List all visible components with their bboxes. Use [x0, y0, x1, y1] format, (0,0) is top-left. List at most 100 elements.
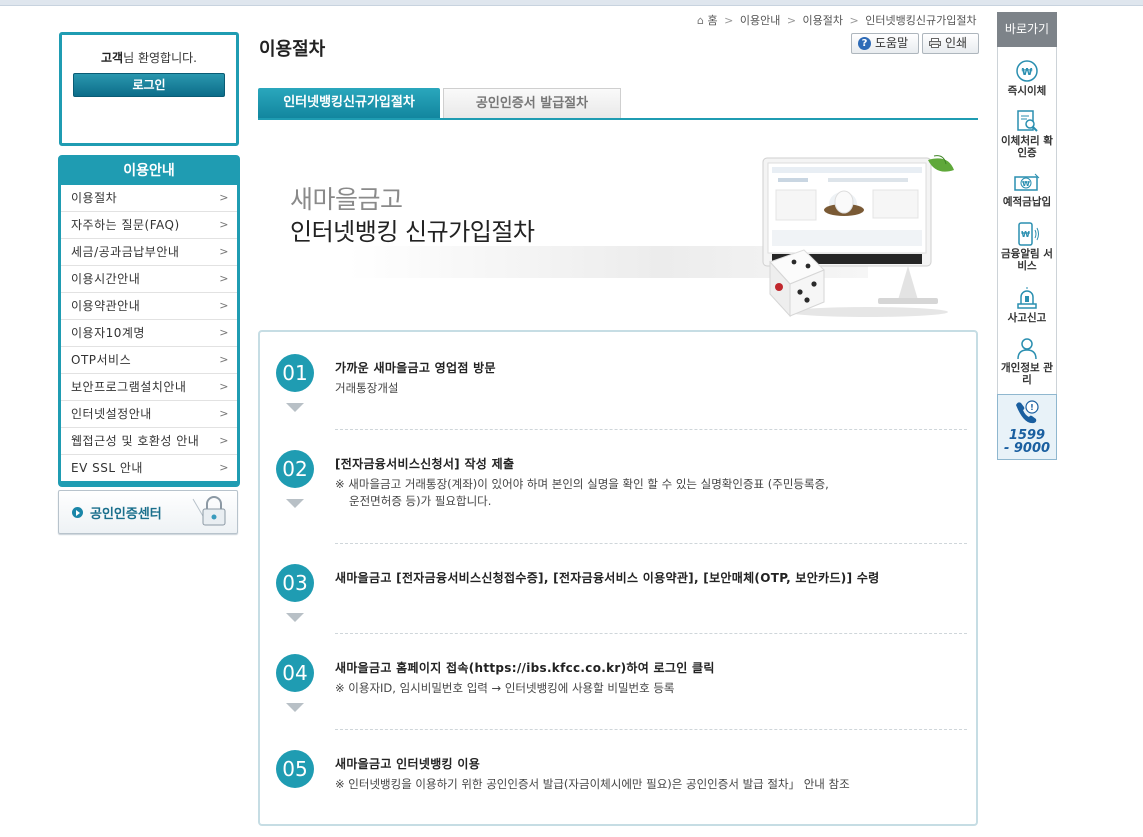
step-description: 거래통장개설 [335, 381, 399, 395]
quick-item-privacy-management[interactable]: 개인정보 관리 [998, 336, 1056, 386]
step-number: 03 [276, 564, 314, 602]
breadcrumb-item[interactable]: 이용절차 [803, 14, 843, 27]
sidebar-item-user-rules[interactable]: 이용자10계명 > [61, 320, 237, 347]
chevron-down-icon [286, 703, 304, 712]
step-description: ※ 새마을금고 거래통장(계좌)이 있어야 하며 본인의 실명을 확인 할 수 … [335, 476, 935, 510]
welcome-message: 고객님 환영합니다. [62, 49, 236, 66]
tab-underline [258, 118, 978, 120]
quick-menu: 바로가기 ₩ 즉시이체 이체처리 확인증 ₩ 예적금납입 ₩ 금융알림 서비스 … [997, 12, 1057, 460]
chevron-down-icon [286, 613, 304, 622]
quick-item-instant-transfer[interactable]: ₩ 즉시이체 [998, 59, 1056, 97]
chevron-right-icon: > [219, 299, 229, 312]
breadcrumb-item[interactable]: 이용안내 [740, 14, 780, 27]
sidebar-item-ev-ssl[interactable]: EV SSL 안내 > [61, 455, 237, 481]
step-divider [335, 729, 967, 730]
chevron-right-icon: > [219, 380, 229, 393]
chevron-right-icon: > [219, 461, 229, 474]
call-center-button[interactable]: ! 1599 - 9000 [997, 394, 1057, 460]
sidebar-item-label: 이용약관안내 [71, 299, 141, 313]
svg-text:₩: ₩ [1022, 180, 1030, 188]
step-description-line: 운전면허증 등)가 필요합니다. [349, 494, 492, 508]
quick-item-financial-alert[interactable]: ₩ 금융알림 서비스 [998, 222, 1056, 272]
step-heading: 가까운 새마을금고 영업점 방문 [335, 361, 496, 375]
sidebar-item-service-hours[interactable]: 이용시간안내 > [61, 266, 237, 293]
step-divider [335, 543, 967, 544]
sidebar-item-label: 이용시간안내 [71, 272, 141, 286]
banner-title: 인터넷뱅킹 신규가입절차 [290, 218, 535, 246]
chevron-right-icon: > [219, 353, 229, 366]
chevron-down-icon [286, 499, 304, 508]
call-center-number: 1599 - 9000 [998, 429, 1056, 455]
step-heading: 새마을금고 [전자금융서비스신청접수증], [전자금융서비스 이용약관], [보… [335, 571, 880, 585]
step-number: 05 [276, 750, 314, 788]
sidebar-item-internet-settings[interactable]: 인터넷설정안내 > [61, 401, 237, 428]
sidebar-item-tax-payment[interactable]: 세금/공과금납부안내 > [61, 239, 237, 266]
breadcrumb-separator: > [786, 14, 797, 27]
chevron-right-icon: > [219, 191, 229, 204]
sidebar-item-usage-procedure[interactable]: 이용절차 > [61, 185, 237, 212]
quick-item-label: 이체처리 확인증 [1001, 135, 1053, 159]
tab-internet-banking-signup[interactable]: 인터넷뱅킹신규가입절차 [258, 88, 440, 118]
sidebar-item-label: 웹접근성 및 호환성 안내 [71, 434, 200, 448]
sidebar-item-terms[interactable]: 이용약관안내 > [61, 293, 237, 320]
sidebar-menu: 이용안내 이용절차 > 자주하는 질문(FAQ) > 세금/공과금납부안내 > 이용시… [58, 155, 240, 487]
siren-icon [1017, 287, 1037, 309]
lock-icon [192, 496, 226, 526]
steps-panel: 01 가까운 새마을금고 영업점 방문 거래통장개설 02 [전자금융서비스신청… [258, 330, 978, 826]
printer-icon [929, 38, 941, 48]
quick-item-deposit-payment[interactable]: ₩ 예적금납입 [998, 172, 1056, 208]
quick-item-transfer-confirm[interactable]: 이체처리 확인증 [998, 109, 1056, 159]
document-search-icon [1017, 110, 1038, 132]
banner-subtitle: 새마을금고 [290, 185, 403, 214]
top-border [0, 0, 1143, 6]
sidebar-item-otp[interactable]: OTP서비스 > [61, 347, 237, 374]
sidebar-item-security-program[interactable]: 보안프로그램설치안내 > [61, 374, 237, 401]
step-divider [335, 633, 967, 634]
svg-text:₩: ₩ [1021, 67, 1032, 78]
breadcrumb-home[interactable]: 홈 [707, 14, 717, 27]
sidebar-item-label: 이용절차 [71, 191, 118, 205]
phone-alert-icon: ₩ [1018, 222, 1039, 246]
quick-item-label: 개인정보 관리 [1001, 362, 1053, 386]
chevron-right-icon: > [219, 245, 229, 258]
svg-text:₩: ₩ [1021, 230, 1030, 239]
quick-item-label: 즉시이체 [1007, 85, 1047, 97]
step-heading: 새마을금고 홈페이지 접속(https://ibs.kfcc.co.kr)하여 … [335, 661, 715, 675]
help-button[interactable]: ? 도움말 [851, 33, 919, 54]
sidebar-title: 이용안내 [123, 163, 175, 179]
chevron-right-icon: > [219, 326, 229, 339]
step-description: ※ 인터넷뱅킹을 이용하기 위한 공인인증서 발급(자금이체시에만 필요)은 공… [335, 777, 850, 791]
tab-certificate-issuance[interactable]: 공인인증서 발급절차 [443, 88, 621, 118]
home-icon[interactable]: ⌂ [697, 14, 704, 27]
chevron-right-icon: > [219, 434, 229, 447]
breadcrumb-separator: > [849, 14, 859, 27]
print-button[interactable]: 인쇄 [922, 33, 979, 54]
help-label: 도움말 [875, 36, 909, 50]
quick-menu-list: ₩ 즉시이체 이체처리 확인증 ₩ 예적금납입 ₩ 금융알림 서비스 사고신고 … [997, 47, 1057, 395]
sidebar-item-label: 인터넷설정안내 [71, 407, 152, 421]
breadcrumb-current: 인터넷뱅킹신규가입절차 [865, 14, 977, 27]
sidebar-item-accessibility[interactable]: 웹접근성 및 호환성 안내 > [61, 428, 237, 455]
page-title: 이용절차 [259, 39, 326, 60]
quick-item-label: 사고신고 [1007, 312, 1047, 324]
certificate-center-button[interactable]: 공인인증센터 [58, 490, 238, 534]
step-heading: [전자금융서비스신청서] 작성 제출 [335, 457, 515, 471]
sidebar-item-label: 세금/공과금납부안내 [71, 245, 180, 259]
step-number: 01 [276, 354, 314, 392]
sidebar-item-faq[interactable]: 자주하는 질문(FAQ) > [61, 212, 237, 239]
quick-item-incident-report[interactable]: 사고신고 [998, 286, 1056, 324]
quick-item-label: 예적금납입 [1002, 196, 1052, 208]
play-circle-icon [72, 507, 83, 518]
monitor-illustration [762, 155, 954, 318]
step-description: ※ 이용자ID, 임시비밀번호 입력 → 인터넷뱅킹에 사용할 비밀번호 등록 [335, 681, 675, 695]
quick-menu-title: 바로가기 [997, 12, 1057, 47]
banner: 새마을금고 인터넷뱅킹 신규가입절차 [258, 150, 978, 330]
won-bill-icon: ₩ [1014, 173, 1040, 191]
chevron-right-icon: > [219, 407, 229, 420]
step-number: 02 [276, 450, 314, 488]
sidebar-item-label: EV SSL 안내 [71, 461, 143, 475]
chevron-down-icon [286, 403, 304, 412]
certificate-center-label: 공인인증센터 [90, 507, 162, 522]
login-button[interactable]: 로그인 [73, 73, 225, 97]
svg-text:!: ! [1030, 403, 1034, 412]
